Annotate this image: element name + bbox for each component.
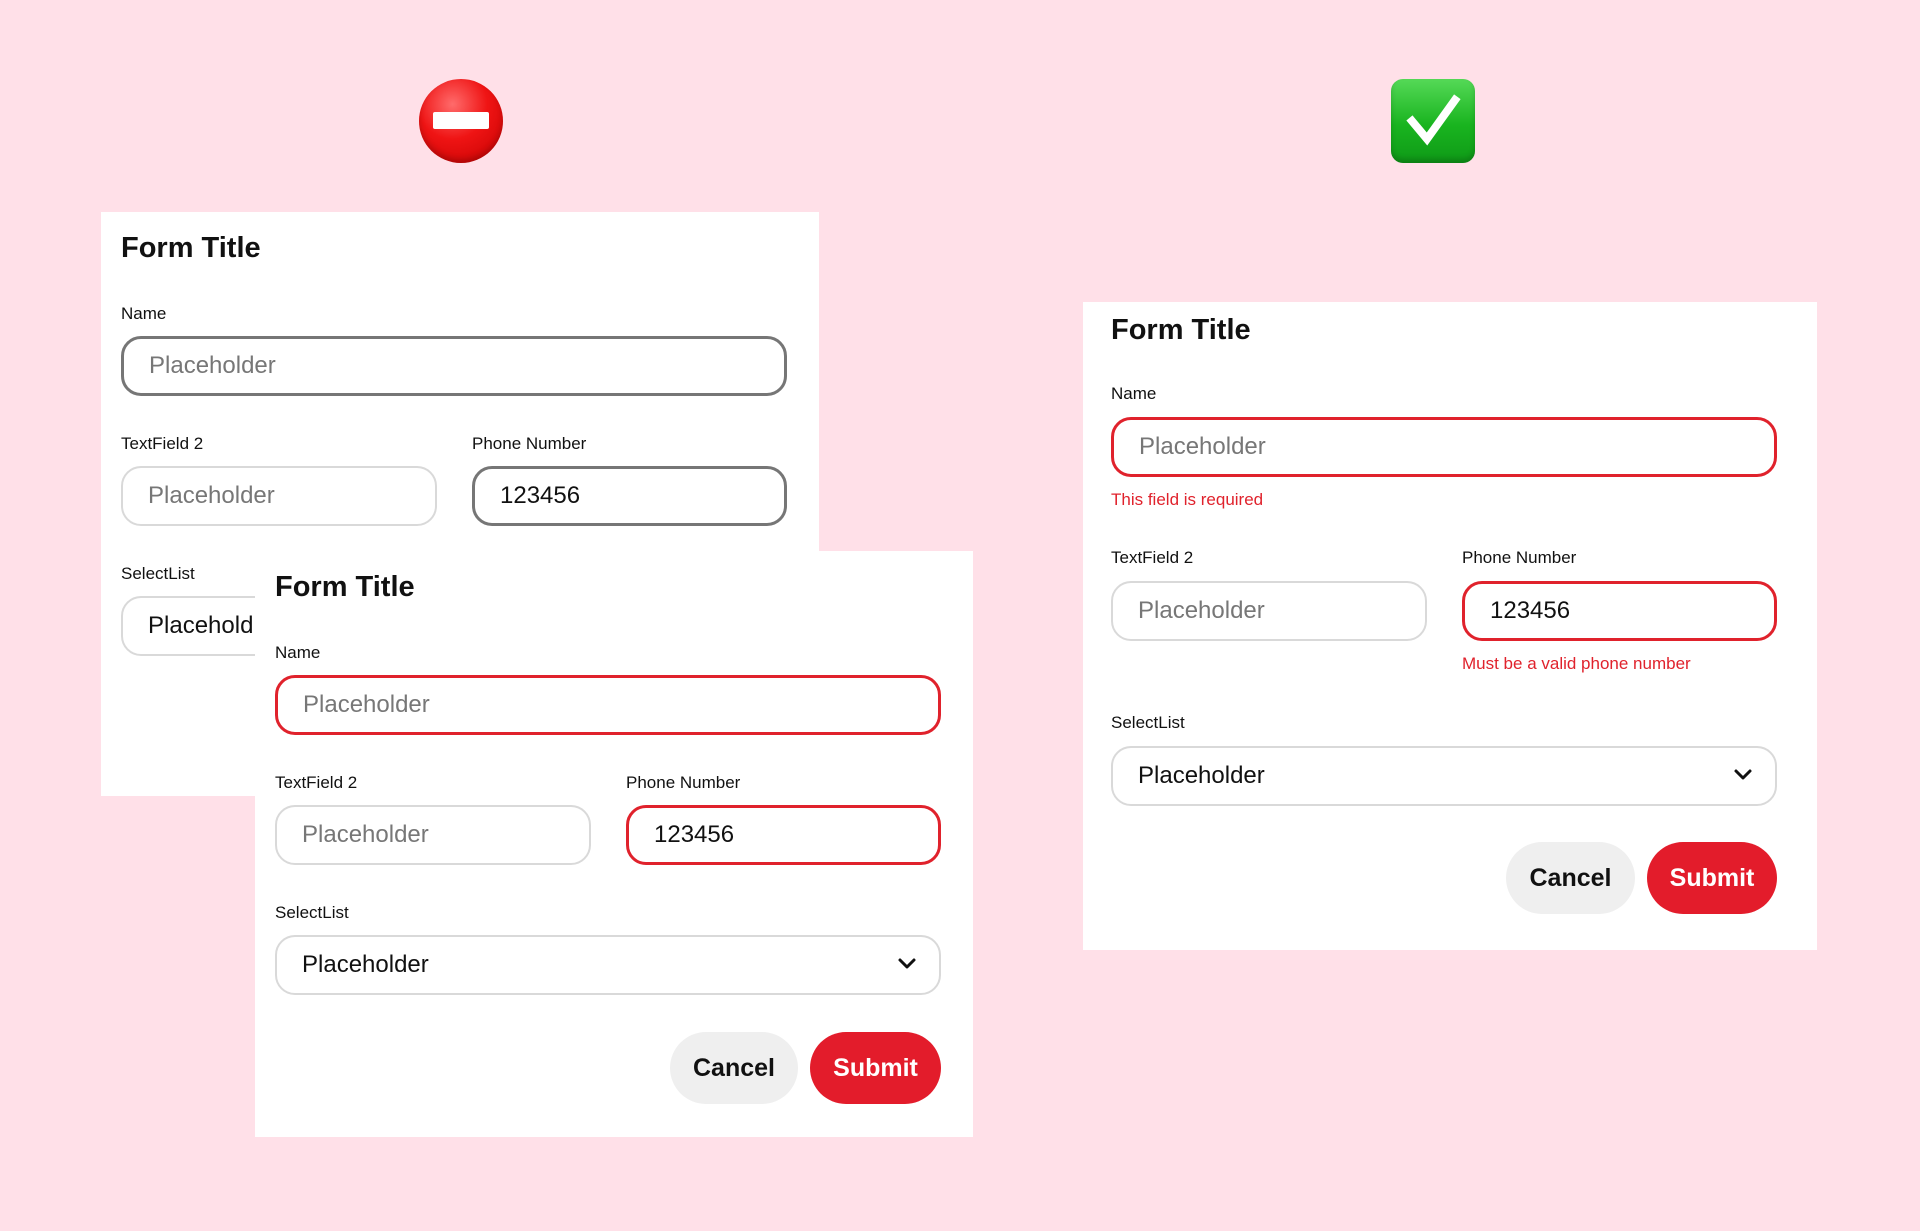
name-input[interactable]: Placeholder: [121, 336, 787, 396]
good-example-form: Form Title Name Placeholder This field i…: [1083, 302, 1817, 950]
chevron-down-icon: [1734, 769, 1752, 780]
textfield2-placeholder: Placeholder: [302, 821, 429, 848]
phone-input[interactable]: 123456: [1462, 581, 1777, 641]
phone-label: Phone Number: [1462, 548, 1577, 567]
phone-value: 123456: [654, 821, 735, 848]
name-placeholder: Placeholder: [149, 352, 276, 379]
name-input[interactable]: Placeholder: [1111, 417, 1777, 477]
phone-value: 123456: [1490, 597, 1571, 624]
submit-button[interactable]: Submit: [1647, 842, 1777, 914]
name-label: Name: [121, 304, 167, 323]
phone-error-message: Must be a valid phone number: [1462, 654, 1691, 673]
form-title: Form Title: [275, 571, 415, 603]
name-placeholder: Placeholder: [303, 691, 430, 718]
selectlist-value: Placehold: [148, 612, 254, 639]
no-entry-icon: [419, 79, 503, 163]
textfield2-input[interactable]: Placeholder: [1111, 581, 1427, 641]
selectlist-label: SelectList: [121, 564, 195, 583]
textfield2-placeholder: Placeholder: [1138, 597, 1265, 624]
name-error-message: This field is required: [1111, 490, 1264, 509]
name-label: Name: [1111, 384, 1157, 403]
name-placeholder: Placeholder: [1139, 433, 1266, 460]
selectlist-dropdown[interactable]: Placeholder: [275, 935, 941, 995]
textfield2-input[interactable]: Placeholder: [275, 805, 591, 865]
selectlist-value: Placeholder: [302, 951, 429, 978]
textfield2-placeholder: Placeholder: [148, 482, 275, 509]
textfield2-label: TextField 2: [275, 773, 358, 792]
cancel-button[interactable]: Cancel: [670, 1032, 798, 1104]
form-title: Form Title: [1111, 314, 1251, 346]
selectlist-dropdown[interactable]: Placeholder: [1111, 746, 1777, 806]
bad-example-front-form: Form Title Name Placeholder TextField 2 …: [255, 551, 973, 1137]
textfield2-input[interactable]: Placeholder: [121, 466, 437, 526]
name-input[interactable]: Placeholder: [275, 675, 941, 735]
phone-input[interactable]: 123456: [626, 805, 941, 865]
phone-label: Phone Number: [626, 773, 741, 792]
submit-button[interactable]: Submit: [810, 1032, 941, 1104]
phone-input[interactable]: 123456: [472, 466, 787, 526]
check-mark-icon: [1391, 79, 1475, 163]
phone-label: Phone Number: [472, 434, 587, 453]
phone-value: 123456: [500, 482, 581, 509]
cancel-button[interactable]: Cancel: [1506, 842, 1635, 914]
textfield2-label: TextField 2: [121, 434, 204, 453]
selectlist-label: SelectList: [1111, 713, 1185, 732]
form-title: Form Title: [121, 232, 261, 264]
selectlist-label: SelectList: [275, 903, 349, 922]
chevron-down-icon: [898, 958, 916, 969]
name-label: Name: [275, 643, 321, 662]
textfield2-label: TextField 2: [1111, 548, 1194, 567]
selectlist-value: Placeholder: [1138, 762, 1265, 789]
